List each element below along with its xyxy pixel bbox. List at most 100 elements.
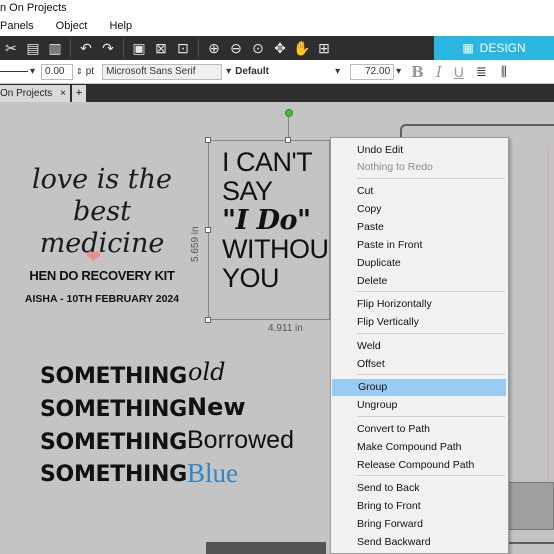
something-text-2[interactable]: SOMETHING xyxy=(40,397,187,422)
menu-item-send-backward[interactable]: Send Backward xyxy=(331,534,508,551)
close-icon[interactable]: × xyxy=(60,85,66,102)
quote-line-1: I CAN'T xyxy=(222,148,313,177)
menu-bar: Panels Object Help xyxy=(0,16,554,36)
document-tabs: On Projects × + xyxy=(0,84,554,102)
paste-icon[interactable]: ▤ xyxy=(22,37,44,59)
resize-handle[interactable] xyxy=(205,137,211,143)
menu-item-nothing-to-redo: Nothing to Redo xyxy=(357,161,433,173)
menu-item-offset[interactable]: Offset xyxy=(331,356,508,373)
font-select[interactable]: Microsoft Sans Serif xyxy=(102,63,223,80)
grid-icon: ▦ xyxy=(462,41,474,55)
chevron-down-icon[interactable]: ▾ xyxy=(30,66,35,77)
redo-icon[interactable]: ↷ xyxy=(97,37,119,59)
width-dimension: 4.911 in xyxy=(268,323,303,334)
word-borrowed[interactable]: Borrowed xyxy=(187,426,294,455)
event-date-text[interactable]: AISHA - 10TH FEBRUARY 2024 xyxy=(12,293,192,305)
menu-panels[interactable]: Panels xyxy=(0,20,34,32)
undo-icon[interactable]: ↶ xyxy=(75,37,97,59)
pan-hand-icon[interactable]: ✋ xyxy=(291,37,313,59)
menu-item-copy[interactable]: Copy xyxy=(331,201,508,218)
menu-item-convert-to-path[interactable]: Convert to Path xyxy=(331,421,508,438)
mat-grid-region xyxy=(505,482,554,530)
rotate-handle[interactable] xyxy=(285,109,293,117)
clipboard-icon[interactable]: ▥ xyxy=(44,37,66,59)
menu-item-cut[interactable]: Cut xyxy=(331,183,508,200)
select-all-icon[interactable]: ▣ xyxy=(128,37,150,59)
love-text-group[interactable]: love is the best medicine xyxy=(22,164,182,260)
add-tab-button[interactable]: + xyxy=(72,85,86,102)
line-unit: pt xyxy=(85,66,95,77)
add-page-icon[interactable]: ⊞ xyxy=(313,37,335,59)
menu-separator xyxy=(357,374,505,375)
hen-do-title[interactable]: HEN DO RECOVERY KIT xyxy=(12,268,192,283)
menu-separator xyxy=(357,416,505,417)
menu-item-release-compound-path[interactable]: Release Compound Path xyxy=(331,457,508,474)
height-dimension: 5.659 in xyxy=(190,226,201,262)
menu-item-bring-to-front[interactable]: Bring to Front xyxy=(331,498,508,515)
group-icon[interactable]: ⊡ xyxy=(172,37,194,59)
menu-item-duplicate[interactable]: Duplicate xyxy=(331,255,508,272)
word-blue[interactable]: Blue xyxy=(187,458,238,489)
menu-item-bring-forward[interactable]: Bring Forward xyxy=(331,516,508,533)
resize-handle[interactable] xyxy=(205,317,211,323)
something-text-4[interactable]: SOMETHING xyxy=(40,462,187,487)
menu-help[interactable]: Help xyxy=(109,20,132,32)
zoom-in-icon[interactable]: ⊕ xyxy=(203,37,225,59)
resize-handle[interactable] xyxy=(205,227,211,233)
word-new[interactable]: New xyxy=(187,393,246,421)
style-select[interactable]: Default xyxy=(235,66,335,77)
line-width-input[interactable]: 0.00 xyxy=(41,63,74,80)
move-icon[interactable]: ✥ xyxy=(269,37,291,59)
menu-separator xyxy=(357,178,505,179)
menu-item-flip-horizontally[interactable]: Flip Horizontally xyxy=(331,296,508,313)
love-line-2: best medicine xyxy=(39,196,165,259)
menu-item-undo-edit[interactable]: Undo Edit xyxy=(331,142,508,159)
menu-item-weld[interactable]: Weld xyxy=(331,338,508,355)
tab-label: On Projects xyxy=(0,88,53,99)
quote-line-3: "I Do" xyxy=(222,205,311,236)
bold-icon[interactable]: B xyxy=(411,63,424,81)
deselect-icon[interactable]: ⊠ xyxy=(150,37,172,59)
spacing-icon[interactable]: ⫼ xyxy=(501,64,507,80)
chevron-down-icon[interactable]: ▾ xyxy=(396,66,401,77)
line-style-picker[interactable] xyxy=(0,71,28,72)
menu-separator xyxy=(357,475,505,476)
font-size-input[interactable]: 72.00 xyxy=(350,63,395,80)
mat-cut-border xyxy=(548,146,554,496)
chevron-down-icon[interactable]: ▾ xyxy=(226,66,231,77)
resize-handle[interactable] xyxy=(285,137,291,143)
menu-item-group[interactable]: Group xyxy=(332,379,506,396)
love-line-1: love is the xyxy=(32,164,172,195)
menu-separator xyxy=(357,291,505,292)
menu-item-paste[interactable]: Paste xyxy=(331,219,508,236)
menu-item-flip-vertically[interactable]: Flip Vertically xyxy=(331,314,508,331)
zoom-out-icon[interactable]: ⊖ xyxy=(225,37,247,59)
horizontal-scrollbar[interactable] xyxy=(206,542,326,554)
design-tab-label: DESIGN xyxy=(479,41,526,55)
rotate-handle-line xyxy=(288,117,289,139)
quote-line-2: SAY xyxy=(222,176,273,206)
tab-document[interactable]: On Projects × xyxy=(0,85,70,102)
menu-object[interactable]: Object xyxy=(56,20,88,32)
menu-item-make-compound-path[interactable]: Make Compound Path xyxy=(331,439,508,456)
menu-item-delete[interactable]: Delete xyxy=(331,273,508,290)
menu-item-send-to-back[interactable]: Send to Back xyxy=(331,480,508,497)
menu-separator xyxy=(357,333,505,334)
quote-text[interactable]: I CAN'T SAY "I Do" WITHOU YOU xyxy=(222,148,332,293)
design-tab[interactable]: ▦ DESIGN xyxy=(434,36,554,60)
something-text-3[interactable]: SOMETHING xyxy=(40,430,187,455)
menu-item-paste-in-front[interactable]: Paste in Front xyxy=(331,237,508,254)
align-icon[interactable]: ≣ xyxy=(476,64,487,80)
heart-icon[interactable]: ❤ xyxy=(86,247,101,268)
something-text-1[interactable]: SOMETHING xyxy=(40,364,187,389)
menu-item-ungroup[interactable]: Ungroup xyxy=(331,397,508,414)
underline-icon[interactable]: U xyxy=(454,64,464,80)
zoom-fit-icon[interactable]: ⊙ xyxy=(247,37,269,59)
cut-icon[interactable]: ✂ xyxy=(0,37,22,59)
word-old[interactable]: old xyxy=(188,358,226,386)
italic-icon[interactable]: I xyxy=(436,63,442,81)
toolbar-divider xyxy=(198,39,199,57)
context-menu: Undo Edit Nothing to Redo Cut Copy Paste Past… xyxy=(330,137,509,554)
chevron-down-icon[interactable]: ▾ xyxy=(335,66,340,77)
stepper-icon[interactable]: ⇕ xyxy=(76,67,83,76)
